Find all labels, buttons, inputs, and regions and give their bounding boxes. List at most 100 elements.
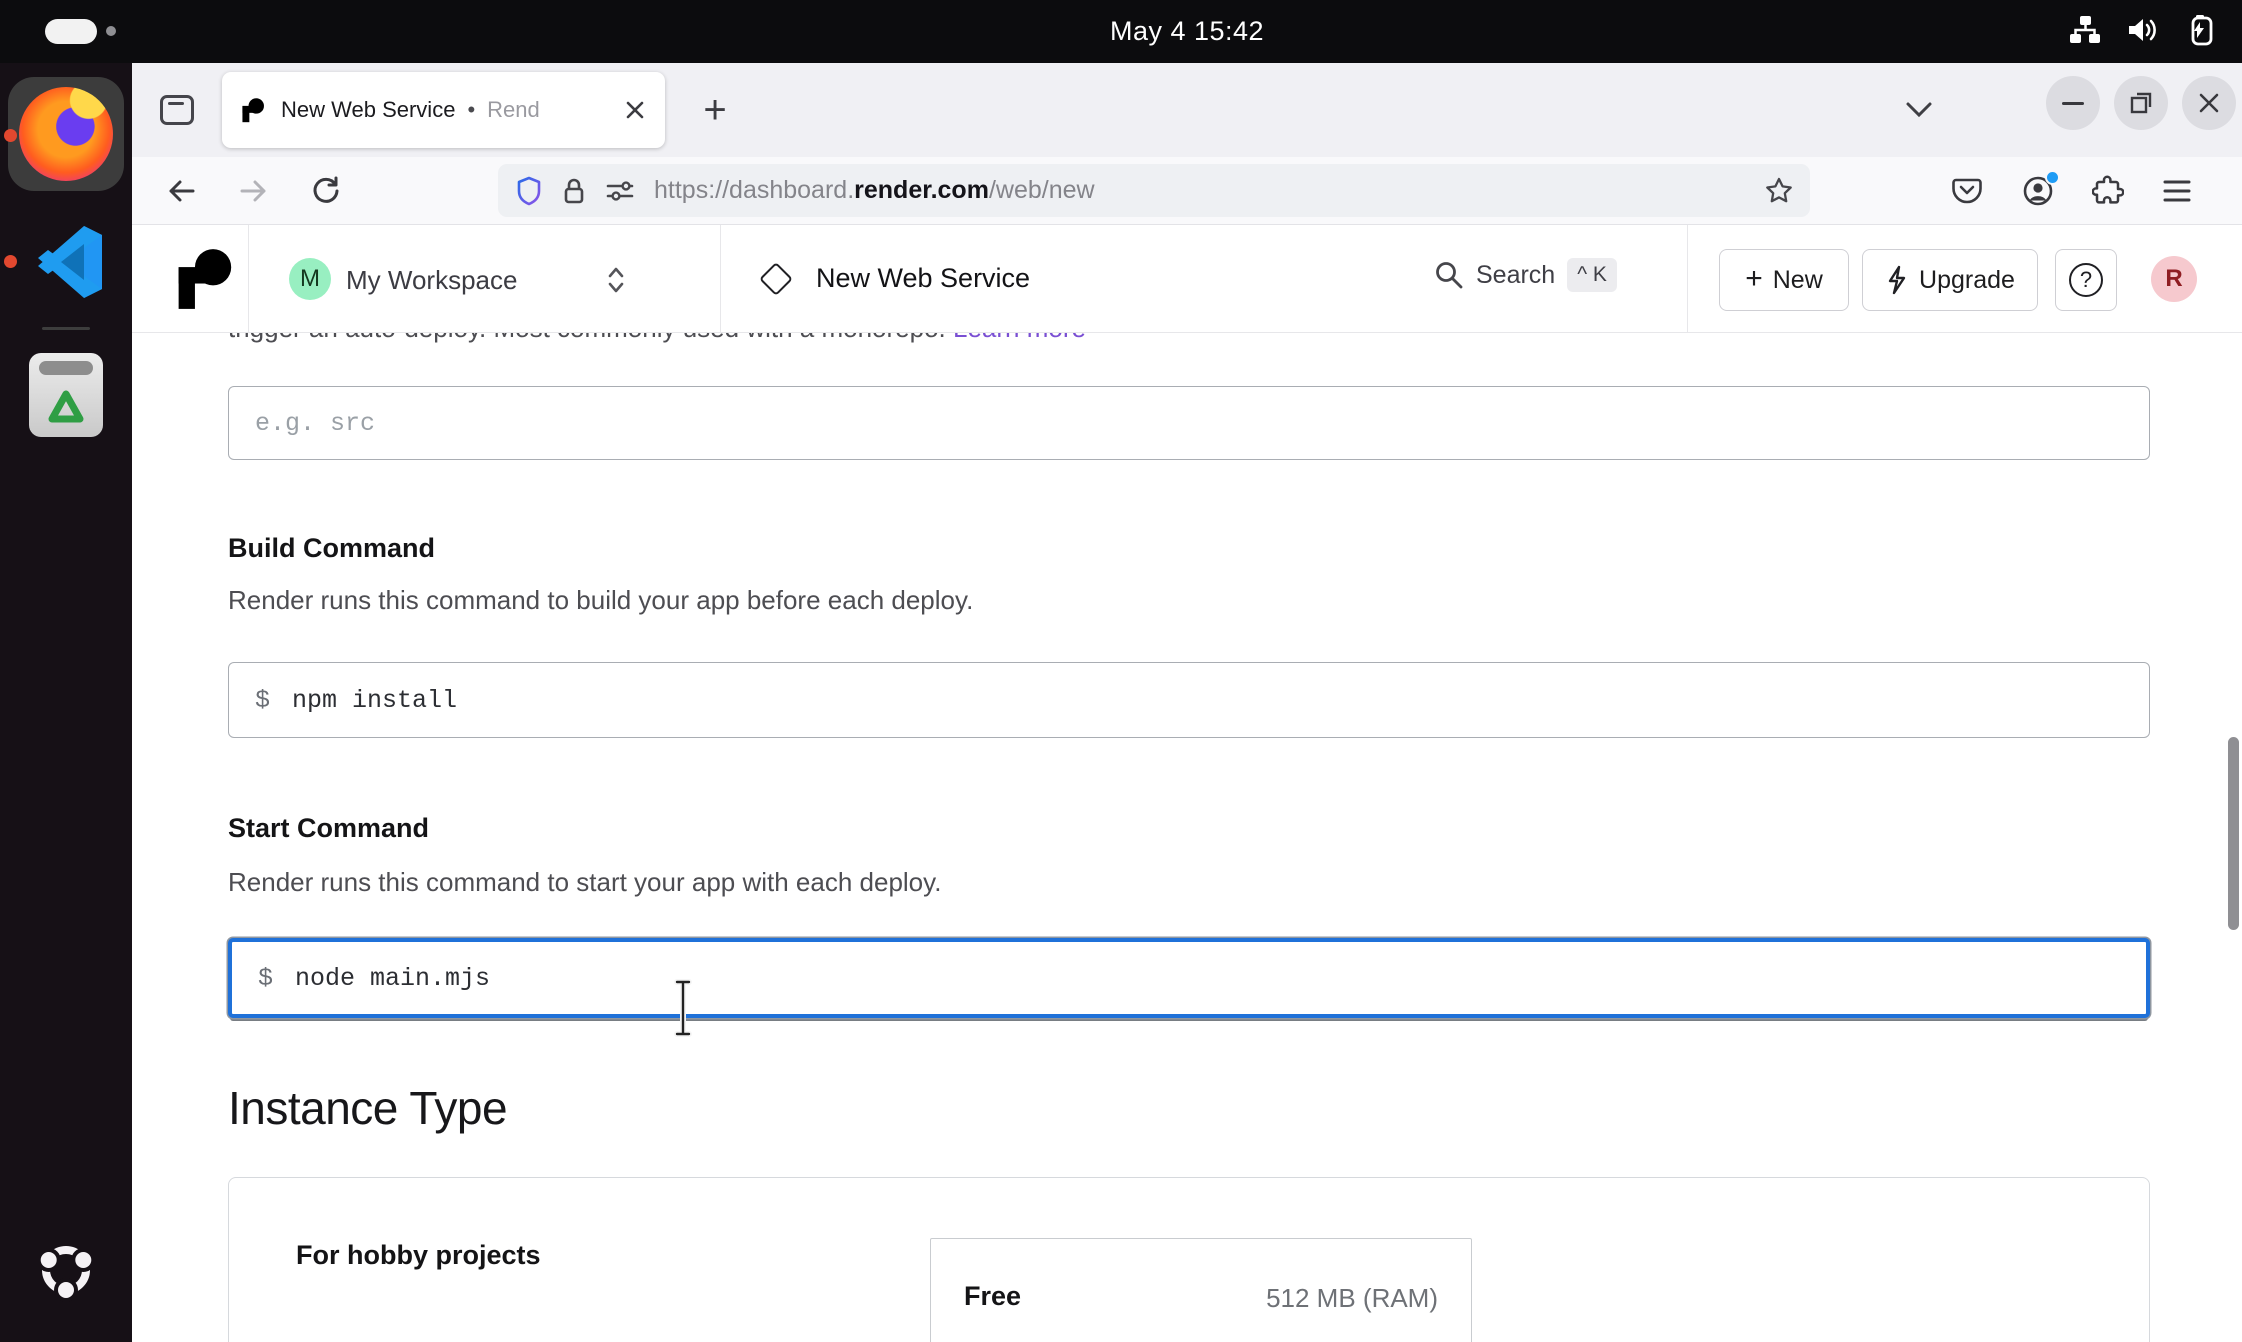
minimize-button[interactable]	[2046, 76, 2100, 130]
pocket-icon	[1951, 176, 1983, 206]
active-tab[interactable]: New Web Service • Rend	[222, 72, 665, 148]
battery-charging-icon	[2184, 14, 2216, 51]
new-button-label: New	[1773, 266, 1823, 295]
instance-type-card: For hobby projects Free 512 MB (RAM)	[228, 1177, 2150, 1342]
tracking-protection-shield-icon[interactable]	[514, 176, 544, 206]
account-notification-dot	[2045, 170, 2060, 185]
dock-item-trash[interactable]	[29, 353, 103, 437]
tab-separator: •	[467, 97, 475, 123]
hobby-projects-label: For hobby projects	[296, 1240, 541, 1271]
search-icon	[1434, 260, 1464, 290]
search-shortcut-badge: ^ K	[1567, 258, 1617, 292]
url-path: /web/new	[989, 176, 1095, 204]
pocket-button[interactable]	[1944, 168, 1990, 214]
activities-pill[interactable]	[45, 19, 97, 44]
header-divider	[720, 225, 721, 333]
page-scrollbar-thumb[interactable]	[2228, 737, 2239, 930]
help-button[interactable]: ?	[2055, 249, 2117, 311]
tab-close-button[interactable]	[617, 92, 653, 128]
root-directory-field[interactable]	[228, 386, 2150, 460]
puzzle-icon	[2092, 175, 2124, 207]
url-brand: render	[854, 176, 930, 204]
workspace-indicator-dot	[106, 26, 116, 36]
system-tray[interactable]	[2068, 14, 2216, 51]
tab-strip: New Web Service • Rend +	[132, 63, 2242, 157]
workspace-avatar[interactable]: M	[289, 258, 331, 300]
workspace-switcher-button[interactable]	[602, 263, 630, 302]
search-button[interactable]: Search ^ K	[1434, 258, 1617, 292]
dock-item-firefox[interactable]	[8, 77, 124, 191]
firefox-view-icon	[160, 95, 194, 125]
dock-item-vscode[interactable]	[24, 220, 108, 304]
back-button[interactable]	[158, 168, 204, 214]
lock-icon[interactable]	[560, 176, 588, 206]
start-command-field-focused[interactable]: $ node main.mjs	[228, 938, 2150, 1018]
network-icon	[2068, 15, 2102, 50]
star-icon	[1764, 176, 1794, 206]
trash-lid	[39, 361, 93, 375]
list-all-tabs-button[interactable]	[1894, 85, 1944, 135]
vscode-running-dot	[4, 255, 17, 268]
firefox-running-dot	[4, 129, 17, 142]
url-prefix: https://dashboard.	[654, 176, 854, 204]
user-avatar[interactable]: R	[2151, 256, 2197, 302]
minimize-icon	[2062, 102, 2084, 105]
recycle-icon	[44, 388, 88, 428]
help-icon: ?	[2069, 263, 2103, 297]
tab-title-suffix: Rend	[487, 97, 540, 123]
account-button[interactable]	[2015, 168, 2061, 214]
plus-icon: +	[1745, 262, 1763, 296]
tab-title: New Web Service	[281, 97, 455, 123]
navigation-toolbar: https://dashboard.render.com/web/new	[132, 157, 2242, 225]
zap-icon	[1885, 265, 1909, 295]
menu-button[interactable]	[2154, 168, 2200, 214]
start-command-description: Render runs this command to start your a…	[228, 867, 941, 898]
start-command-value: node main.mjs	[295, 964, 490, 993]
text-cursor-pointer	[672, 978, 694, 1038]
free-plan-option[interactable]: Free 512 MB (RAM)	[930, 1238, 1472, 1342]
tab-title-fade	[545, 78, 613, 142]
page-content: trigger an auto-deploy. Most commonly us…	[132, 333, 2242, 1342]
new-button[interactable]: + New	[1719, 249, 1849, 311]
root-directory-input[interactable]	[255, 409, 2123, 438]
prompt-symbol: $	[258, 964, 273, 993]
ubuntu-dock	[0, 63, 132, 1342]
firefox-view-button[interactable]	[150, 83, 204, 137]
render-logo[interactable]	[175, 247, 233, 311]
clipped-text: trigger an auto-deploy. Most commonly us…	[228, 333, 953, 343]
forward-icon	[238, 176, 270, 206]
url-bar[interactable]: https://dashboard.render.com/web/new	[498, 164, 1810, 217]
upgrade-button[interactable]: Upgrade	[1862, 249, 2038, 311]
reload-icon	[310, 175, 342, 207]
plan-ram: 512 MB (RAM)	[1266, 1283, 1438, 1314]
forward-button[interactable]	[231, 168, 277, 214]
build-command-field[interactable]: $ npm install	[228, 662, 2150, 738]
system-clock[interactable]: May 4 15:42	[132, 16, 2242, 47]
header-divider	[1687, 225, 1688, 333]
render-favicon	[240, 97, 266, 123]
bookmark-star-button[interactable]	[1764, 176, 1794, 206]
learn-more-link[interactable]: Learn more	[953, 333, 1086, 343]
restore-icon	[2128, 90, 2154, 116]
volume-icon	[2126, 15, 2160, 50]
build-command-value: npm install	[292, 686, 457, 715]
clipped-text-line: trigger an auto-deploy. Most commonly us…	[228, 333, 2150, 345]
url-tld: .com	[931, 176, 989, 204]
reload-button[interactable]	[303, 168, 349, 214]
ubuntu-logo-icon[interactable]	[33, 1237, 99, 1303]
search-label: Search	[1476, 261, 1555, 290]
window-close-button[interactable]	[2182, 76, 2236, 130]
extensions-button[interactable]	[2085, 168, 2131, 214]
build-command-description: Render runs this command to build your a…	[228, 585, 973, 616]
url-text[interactable]: https://dashboard.render.com/web/new	[654, 176, 1095, 205]
chevron-down-icon	[1904, 99, 1934, 121]
firefox-icon	[19, 87, 113, 181]
new-tab-button[interactable]: +	[688, 83, 742, 137]
system-top-bar: May 4 15:42	[0, 0, 2242, 63]
restore-button[interactable]	[2114, 76, 2168, 130]
back-icon	[165, 176, 197, 206]
plan-name: Free	[964, 1281, 1021, 1312]
permissions-icon[interactable]	[604, 177, 636, 205]
service-diamond-icon	[759, 262, 793, 296]
workspace-name[interactable]: My Workspace	[346, 265, 517, 296]
